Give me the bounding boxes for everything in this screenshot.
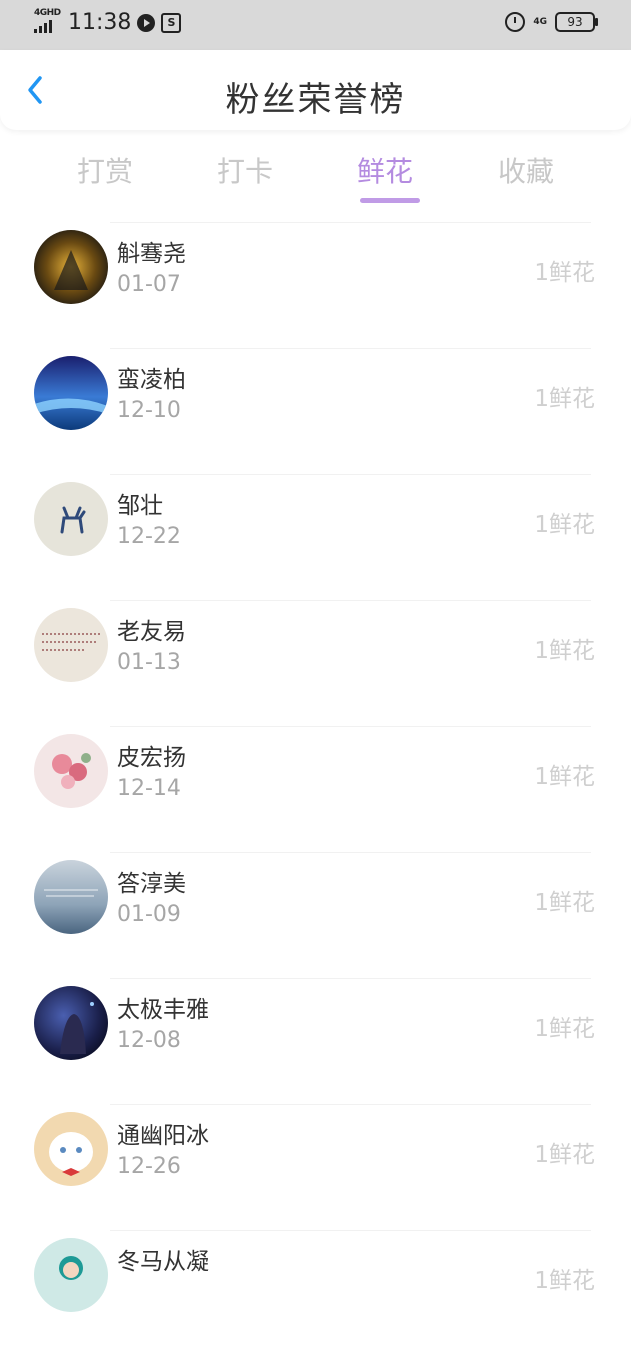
avatar[interactable] <box>34 482 108 556</box>
play-icon <box>137 13 156 32</box>
status-left: 4GHD 11:38 S <box>34 7 182 35</box>
divider <box>110 852 591 853</box>
app-header: 粉丝荣誉榜 <box>0 50 631 130</box>
tab-reward[interactable]: 打赏 <box>65 150 145 190</box>
divider <box>110 726 591 727</box>
tab-label: 收藏 <box>497 155 554 188</box>
list-item[interactable]: 皮宏扬 12-14 1鲜花 <box>0 726 631 852</box>
divider <box>110 600 591 601</box>
list-item[interactable]: 太极丰雅 12-08 1鲜花 <box>0 978 631 1104</box>
list-item[interactable]: 斛骞尧 01-07 1鲜花 <box>0 222 631 348</box>
fan-date: 01-07 <box>117 272 181 297</box>
tab-flowers[interactable]: 鲜花 <box>345 150 425 203</box>
avatar[interactable] <box>34 230 108 304</box>
avatar[interactable] <box>34 1112 108 1186</box>
avatar[interactable] <box>34 734 108 808</box>
battery-level: 93 <box>567 15 583 29</box>
tab-label: 鲜花 <box>356 155 413 188</box>
divider <box>110 978 591 979</box>
divider <box>110 348 591 349</box>
fan-date: 01-13 <box>117 650 181 675</box>
divider <box>110 1230 591 1231</box>
signal-icon: 4GHD <box>34 7 62 35</box>
flower-count: 1鲜花 <box>534 1016 595 1042</box>
fan-date: 12-08 <box>117 1028 181 1053</box>
screenshot-icon: S <box>161 12 182 33</box>
list-item[interactable]: 冬马从凝 1鲜花 <box>0 1230 631 1356</box>
avatar[interactable] <box>34 860 108 934</box>
flower-count: 1鲜花 <box>534 1142 595 1168</box>
fan-name: 蛮凌柏 <box>117 367 186 393</box>
status-time: 11:38 <box>68 10 132 35</box>
fan-date: 12-14 <box>117 776 181 801</box>
fan-name: 太极丰雅 <box>117 997 209 1023</box>
tab-label: 打卡 <box>216 155 273 188</box>
flower-count: 1鲜花 <box>534 512 595 538</box>
avatar[interactable] <box>34 986 108 1060</box>
avatar[interactable] <box>34 1238 108 1312</box>
list-item[interactable]: 答淳美 01-09 1鲜花 <box>0 852 631 978</box>
flower-count: 1鲜花 <box>534 890 595 916</box>
network-right-label: 4G <box>533 17 547 27</box>
tab-label: 打赏 <box>76 155 133 188</box>
fan-date: 01-09 <box>117 902 181 927</box>
tab-bar: 打赏 打卡 鲜花 收藏 <box>0 140 631 210</box>
fan-name: 答淳美 <box>117 871 186 897</box>
fan-list: 斛骞尧 01-07 1鲜花 蛮凌柏 12-10 1鲜花 邹壮 12-22 1鲜花 <box>0 222 631 1356</box>
fan-name: 通幽阳冰 <box>117 1123 209 1149</box>
battery-icon: 93 <box>555 12 598 32</box>
tab-checkin[interactable]: 打卡 <box>205 150 285 190</box>
avatar[interactable] <box>34 608 108 682</box>
alarm-icon <box>505 12 526 32</box>
list-item[interactable]: 邹壮 12-22 1鲜花 <box>0 474 631 600</box>
divider <box>110 474 591 475</box>
list-item[interactable]: 老友易 01-13 1鲜花 <box>0 600 631 726</box>
fan-name: 斛骞尧 <box>117 241 186 267</box>
flower-count: 1鲜花 <box>534 1268 595 1294</box>
fan-date: 12-22 <box>117 524 181 549</box>
tab-favorites[interactable]: 收藏 <box>486 150 566 190</box>
fan-date: 12-26 <box>117 1154 181 1179</box>
avatar[interactable] <box>34 356 108 430</box>
active-tab-indicator <box>360 198 420 203</box>
flower-count: 1鲜花 <box>534 638 595 664</box>
fan-name: 老友易 <box>117 619 186 645</box>
fan-name: 皮宏扬 <box>117 745 186 771</box>
fan-name: 邹壮 <box>117 493 163 519</box>
divider <box>110 1104 591 1105</box>
divider <box>110 222 591 223</box>
network-label: 4GHD <box>34 7 61 18</box>
list-item[interactable]: 通幽阳冰 12-26 1鲜花 <box>0 1104 631 1230</box>
flower-count: 1鲜花 <box>534 764 595 790</box>
list-item[interactable]: 蛮凌柏 12-10 1鲜花 <box>0 348 631 474</box>
page-title: 粉丝荣誉榜 <box>225 80 406 120</box>
fan-date: 12-10 <box>117 398 181 423</box>
fan-name: 冬马从凝 <box>117 1249 209 1275</box>
flower-count: 1鲜花 <box>534 260 595 286</box>
status-bar: 4GHD 11:38 S 4G 93 <box>0 0 631 50</box>
status-right: 4G 93 <box>505 12 598 32</box>
flower-count: 1鲜花 <box>534 386 595 412</box>
